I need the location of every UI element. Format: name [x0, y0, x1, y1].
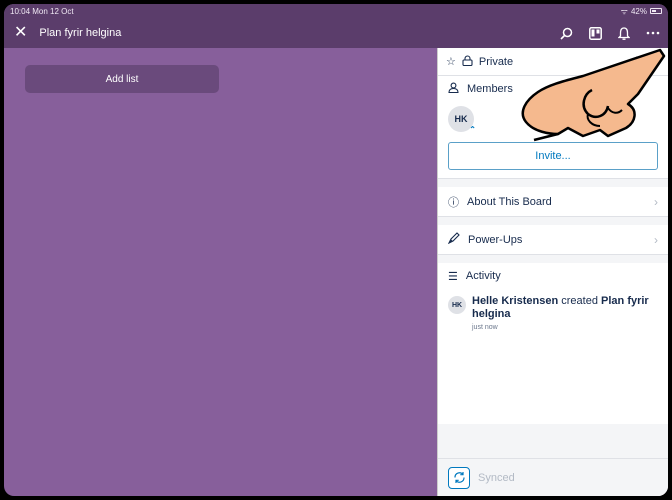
member-avatar[interactable]: HK ⌃ — [448, 106, 476, 134]
panel-toolbar: ☆ Private ❐ ✲ — [438, 48, 668, 76]
chevron-right-icon: › — [654, 194, 658, 209]
status-bar: 10:04 Mon 12 Oct ᯤ 42% — [4, 4, 668, 18]
activity-avatar[interactable]: HK — [448, 296, 466, 314]
more-icon[interactable] — [646, 31, 660, 35]
board-icon[interactable] — [589, 26, 602, 40]
members-section: HK ⌃ Invite... — [438, 102, 668, 179]
activity-action: created — [561, 295, 598, 307]
star-icon[interactable]: ☆ — [446, 55, 456, 68]
activity-time: just now — [472, 324, 498, 331]
chevron-right-icon: › — [654, 232, 658, 247]
rocket-icon — [447, 232, 460, 247]
battery-icon — [650, 8, 662, 14]
gear-icon[interactable]: ✲ — [651, 55, 660, 68]
search-icon[interactable] — [560, 27, 573, 40]
about-board-row[interactable]: ⓘ About This Board › — [438, 187, 668, 217]
copy-icon[interactable]: ❐ — [635, 55, 645, 68]
board-header: ✕ Plan fyrir helgina — [4, 18, 668, 48]
about-label: About This Board — [467, 195, 552, 208]
activity-item: HK Helle Kristensen created Plan fyrir h… — [448, 295, 658, 331]
screen: 10:04 Mon 12 Oct ᯤ 42% ✕ Plan fyrir helg… — [4, 4, 668, 496]
status-date: Mon 12 Oct — [32, 6, 74, 16]
activity-user[interactable]: Helle Kristensen — [472, 295, 558, 307]
person-icon — [448, 82, 459, 96]
activity-title: Activity — [465, 270, 501, 282]
info-icon: ⓘ — [448, 196, 459, 209]
wifi-icon: ᯤ — [620, 6, 628, 16]
activity-content: Helle Kristensen created Plan fyrir helg… — [472, 295, 658, 331]
bell-icon[interactable] — [618, 26, 630, 40]
activity-icon: ☰ — [448, 270, 458, 283]
member-initials: HK — [454, 114, 468, 124]
battery-percent: 42% — [630, 6, 647, 16]
invite-button[interactable]: Invite... — [448, 142, 658, 170]
visibility-label[interactable]: Private — [479, 56, 513, 68]
admin-badge-icon: ⌃ — [469, 125, 476, 134]
lock-icon[interactable] — [462, 54, 473, 69]
activity-list: HK Helle Kristensen created Plan fyrir h… — [438, 289, 668, 424]
board-title: Plan fyrir helgina — [39, 27, 122, 39]
status-time-date: 10:04 Mon 12 Oct — [10, 7, 74, 16]
members-title: Members — [467, 83, 513, 95]
activity-header: ☰ Activity — [438, 263, 668, 289]
members-header: Members — [438, 76, 668, 102]
add-list-button[interactable]: Add list — [25, 65, 219, 93]
status-time: 10:04 — [10, 6, 31, 16]
sync-status: Synced — [478, 471, 515, 484]
close-icon[interactable]: ✕ — [14, 25, 27, 41]
powerups-label: Power-Ups — [468, 233, 523, 246]
header-actions — [560, 18, 660, 48]
status-right: ᯤ 42% — [621, 6, 662, 17]
board-menu-panel: ☆ Private ❐ ✲ Members HK ⌃ Invite... ⓘ A… — [437, 48, 668, 496]
sync-icon[interactable] — [448, 466, 470, 489]
powerups-row[interactable]: Power-Ups › — [438, 225, 668, 255]
sync-footer: Synced — [438, 458, 668, 496]
activity-text: Helle Kristensen created Plan fyrir helg… — [472, 295, 658, 321]
